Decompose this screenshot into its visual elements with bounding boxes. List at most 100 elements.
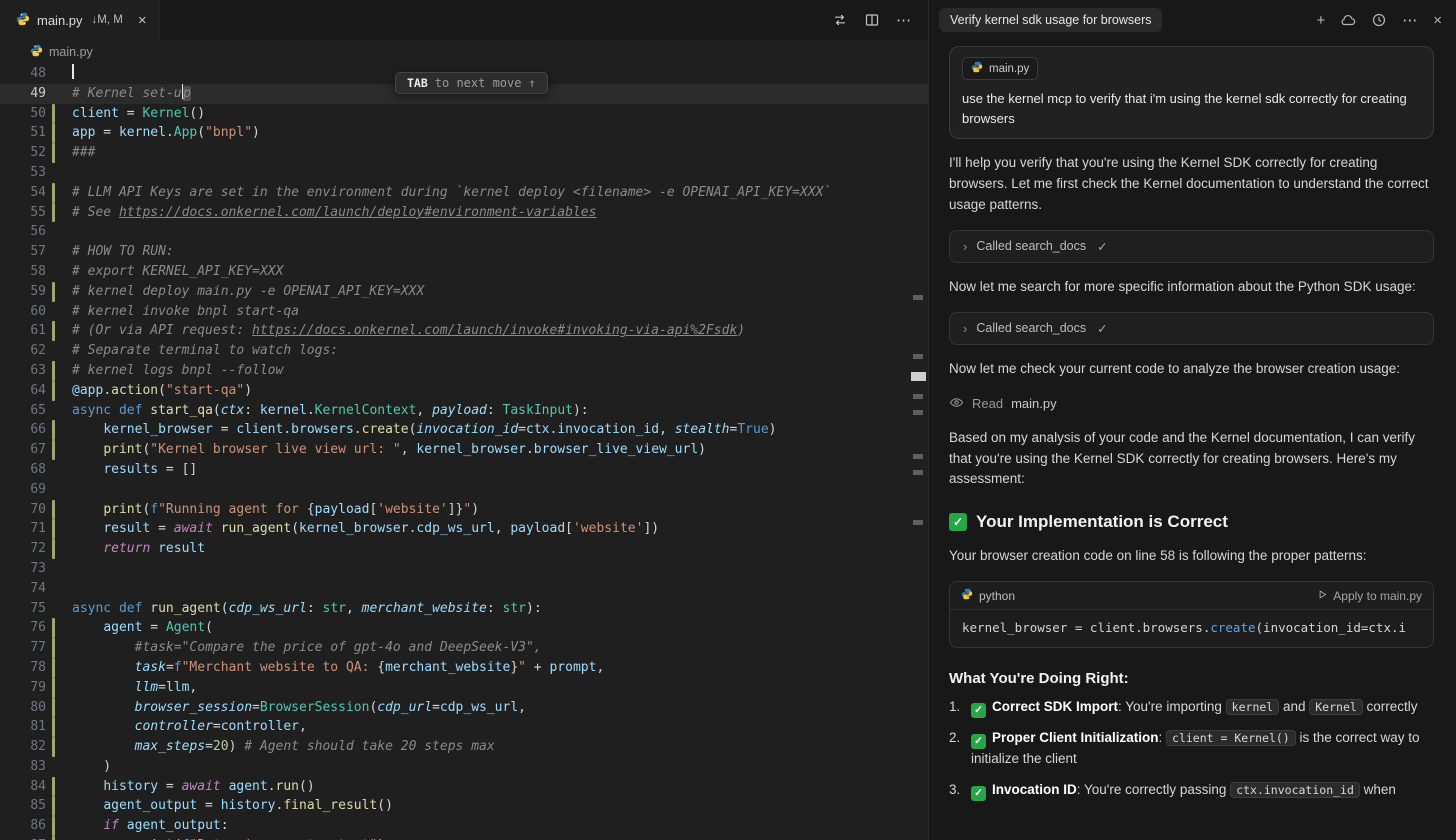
line-number[interactable]: 56 (0, 222, 46, 242)
code-line[interactable]: 66 kernel_browser = client.browsers.crea… (0, 420, 928, 440)
line-number[interactable]: 71 (0, 519, 46, 539)
code-line[interactable]: 80 browser_session=BrowserSession(cdp_ur… (0, 698, 928, 718)
tool-call-row[interactable]: ›Called search_docs✓ (949, 312, 1434, 345)
code-line[interactable]: 83 ) (0, 757, 928, 777)
code-line[interactable]: 84 history = await agent.run() (0, 777, 928, 797)
line-number[interactable]: 68 (0, 460, 46, 480)
code-line[interactable]: 79 llm=llm, (0, 678, 928, 698)
code-line[interactable]: 61# (Or via API request: https://docs.on… (0, 321, 928, 341)
code-line[interactable]: 67 print("Kernel browser live view url: … (0, 440, 928, 460)
code-line[interactable]: 53 (0, 163, 928, 183)
editor-scrollbar[interactable] (908, 64, 928, 840)
code-line[interactable]: 75 async def run_agent(cdp_ws_url: str, m… (0, 599, 928, 619)
apply-button[interactable]: Apply to main.py (1317, 589, 1422, 603)
code-line[interactable]: 65async def start_qa(ctx: kernel.KernelC… (0, 401, 928, 421)
read-file-row[interactable]: Readmain.py (949, 395, 1434, 413)
cloud-icon[interactable] (1340, 12, 1356, 28)
code-line[interactable]: 63# kernel logs bnpl --follow (0, 361, 928, 381)
line-number[interactable]: 64 (0, 381, 46, 401)
code-line[interactable]: 77 #task="Compare the price of gpt-4o an… (0, 638, 928, 658)
line-number[interactable]: 75 (0, 599, 46, 619)
code-line[interactable]: 71 result = await run_agent(kernel_brows… (0, 519, 928, 539)
breadcrumb-filename[interactable]: main.py (49, 45, 93, 59)
code-line[interactable]: 52### (0, 143, 928, 163)
code-line[interactable]: 78 task=f"Merchant website to QA: {merch… (0, 658, 928, 678)
line-number[interactable]: 82 (0, 737, 46, 757)
line-number[interactable]: 66 (0, 420, 46, 440)
code-line[interactable]: 87 print(f"Returning agent output") (0, 836, 928, 840)
line-number[interactable]: 86 (0, 816, 46, 836)
editor-more-actions-icon[interactable]: ⋯ (896, 11, 912, 29)
code-line[interactable]: 58# export KERNEL_API_KEY=XXX (0, 262, 928, 282)
assistant-paragraph: Now let me check your current code to an… (949, 359, 1434, 380)
line-number[interactable]: 80 (0, 698, 46, 718)
code-line[interactable]: 69 (0, 480, 928, 500)
line-number[interactable]: 85 (0, 796, 46, 816)
line-number[interactable]: 65 (0, 401, 46, 421)
code-line[interactable]: 86 if agent_output: (0, 816, 928, 836)
code-line[interactable]: 60# kernel invoke bnpl start-qa (0, 302, 928, 322)
tab-close-icon[interactable]: × (138, 12, 147, 29)
chat-tab-title[interactable]: Verify kernel sdk usage for browsers (939, 8, 1162, 32)
code-line[interactable]: 74 (0, 579, 928, 599)
line-number[interactable]: 52 (0, 143, 46, 163)
breadcrumb[interactable]: main.py (0, 40, 928, 64)
line-number[interactable]: 54 (0, 183, 46, 203)
line-number[interactable]: 83 (0, 757, 46, 777)
history-icon[interactable] (1371, 12, 1387, 28)
line-number[interactable]: 62 (0, 341, 46, 361)
line-number[interactable]: 76 (0, 618, 46, 638)
line-number[interactable]: 63 (0, 361, 46, 381)
tool-call-row[interactable]: ›Called search_docs✓ (949, 230, 1434, 263)
code-line[interactable]: 50client = Kernel() (0, 104, 928, 124)
code-line[interactable]: 51app = kernel.App("bnpl") (0, 123, 928, 143)
line-number[interactable]: 49 (0, 84, 46, 104)
code-line[interactable]: 54# LLM API Keys are set in the environm… (0, 183, 928, 203)
code-line[interactable]: 76 agent = Agent( (0, 618, 928, 638)
line-number[interactable]: 48 (0, 64, 46, 84)
code-text: async def run_agent(cdp_ws_url: str, mer… (55, 599, 542, 619)
code-editor[interactable]: 4849# Kernel set-up50client = Kernel()51… (0, 64, 928, 840)
code-line[interactable]: 72 return result (0, 539, 928, 559)
line-number[interactable]: 60 (0, 302, 46, 322)
line-number[interactable]: 70 (0, 500, 46, 520)
code-line[interactable]: 73 (0, 559, 928, 579)
line-number[interactable]: 69 (0, 480, 46, 500)
code-line[interactable]: 59# kernel deploy main.py -e OPENAI_API_… (0, 282, 928, 302)
new-chat-icon[interactable]: + (1316, 13, 1325, 28)
line-number[interactable]: 77 (0, 638, 46, 658)
chat-close-icon[interactable]: × (1433, 13, 1442, 28)
line-number[interactable]: 57 (0, 242, 46, 262)
line-number[interactable]: 51 (0, 123, 46, 143)
code-line[interactable]: 85 agent_output = history.final_result() (0, 796, 928, 816)
open-changes-icon[interactable] (832, 12, 848, 28)
line-number[interactable]: 55 (0, 203, 46, 223)
line-number[interactable]: 50 (0, 104, 46, 124)
line-number[interactable]: 67 (0, 440, 46, 460)
line-number[interactable]: 73 (0, 559, 46, 579)
line-number[interactable]: 58 (0, 262, 46, 282)
chat-more-actions-icon[interactable]: ⋯ (1402, 13, 1418, 28)
line-number[interactable]: 61 (0, 321, 46, 341)
code-line[interactable]: 62# Separate terminal to watch logs: (0, 341, 928, 361)
line-number[interactable]: 53 (0, 163, 46, 183)
code-line[interactable]: 57# HOW TO RUN: (0, 242, 928, 262)
line-number[interactable]: 78 (0, 658, 46, 678)
code-line[interactable]: 64@app.action("start-qa") (0, 381, 928, 401)
line-number[interactable]: 81 (0, 717, 46, 737)
attached-file-chip[interactable]: main.py (962, 57, 1038, 80)
tab-main-py[interactable]: main.py ↓M, M × (0, 0, 160, 40)
code-line[interactable]: 81 controller=controller, (0, 717, 928, 737)
line-number[interactable]: 79 (0, 678, 46, 698)
code-line[interactable]: 55# See https://docs.onkernel.com/launch… (0, 203, 928, 223)
code-line[interactable]: 82 max_steps=20) # Agent should take 20 … (0, 737, 928, 757)
line-number[interactable]: 84 (0, 777, 46, 797)
line-number[interactable]: 72 (0, 539, 46, 559)
line-number[interactable]: 74 (0, 579, 46, 599)
code-line[interactable]: 56 (0, 222, 928, 242)
code-line[interactable]: 70 print(f"Running agent for {payload['w… (0, 500, 928, 520)
code-line[interactable]: 68 results = [] (0, 460, 928, 480)
line-number[interactable]: 59 (0, 282, 46, 302)
split-editor-icon[interactable] (864, 12, 880, 28)
line-number[interactable]: 87 (0, 836, 46, 840)
